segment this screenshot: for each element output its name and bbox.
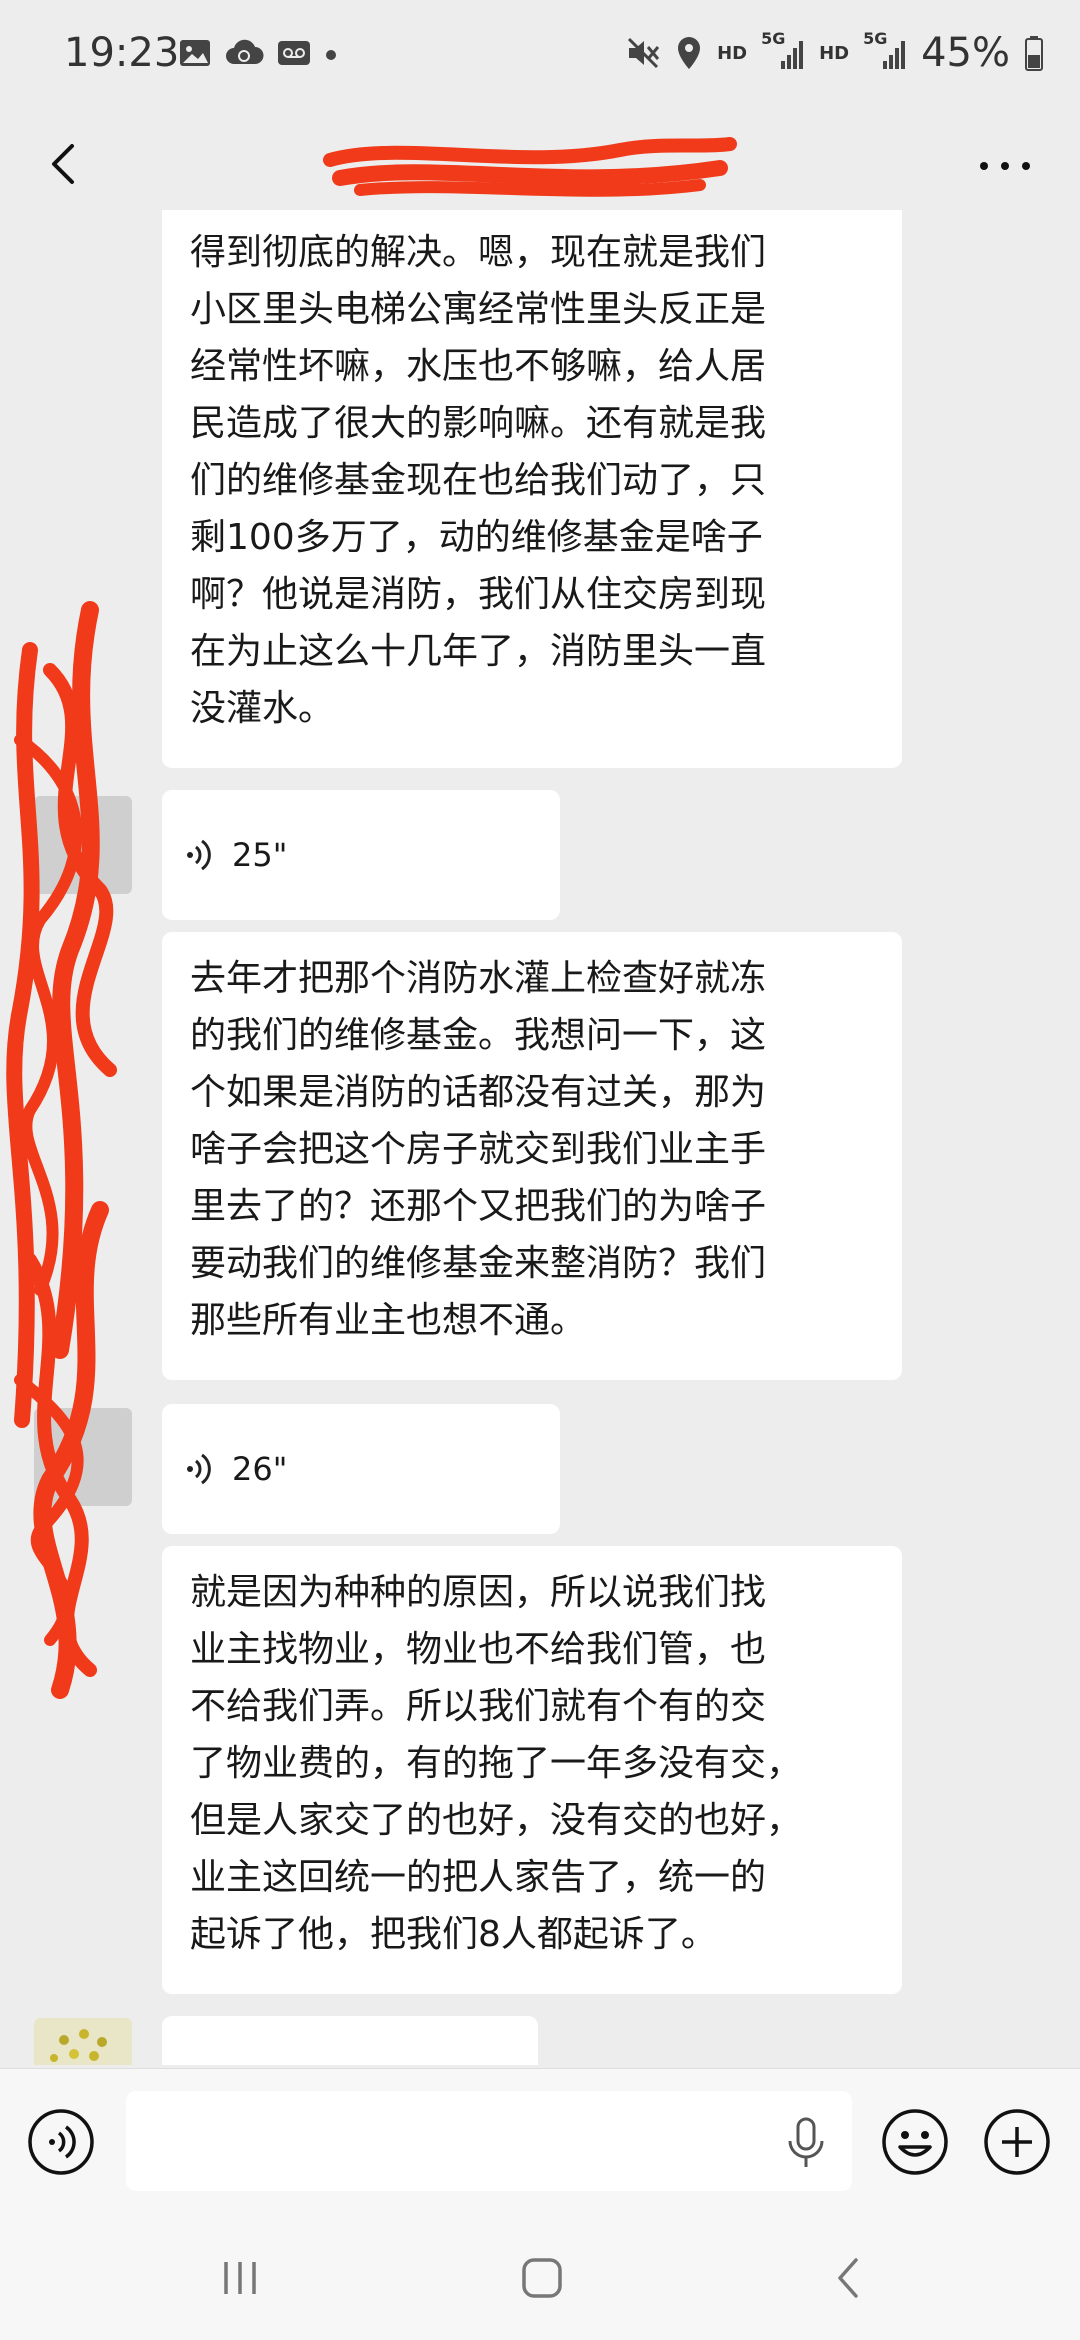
ellipsis-icon[interactable] — [970, 136, 1040, 196]
chat-header — [0, 120, 1080, 210]
cloud-sync-icon — [226, 39, 264, 64]
back-icon[interactable] — [818, 2248, 878, 2308]
voicemail-icon — [278, 41, 310, 65]
status-bar: 19:23 HD 5G HD 5G 45% — [0, 0, 1080, 120]
voice-message-partial[interactable] — [162, 2016, 538, 2065]
voice-duration: 26" — [232, 1450, 288, 1488]
dot-icon — [326, 50, 336, 60]
voice-mode-icon[interactable] — [26, 2107, 96, 2177]
plus-circle-icon[interactable] — [982, 2107, 1052, 2177]
microphone-icon[interactable] — [784, 2115, 828, 2171]
mute-icon — [628, 37, 660, 69]
avatar-pattern — [50, 2029, 107, 2062]
voice-wave-icon — [187, 839, 211, 871]
home-icon[interactable] — [512, 2248, 572, 2308]
avatar[interactable] — [34, 1408, 132, 1506]
chat-screen: 19:23 HD 5G HD 5G 45% 得到彻底的解决。嗯，现在就是我们 小… — [0, 0, 1080, 2340]
voice-message[interactable]: 26" — [162, 1404, 560, 1534]
signal-group-2: 5G — [863, 29, 907, 73]
input-bar — [0, 2068, 1080, 2219]
chevron-left-icon[interactable] — [34, 134, 94, 194]
voice-message[interactable]: 25" — [162, 790, 560, 920]
avatar[interactable] — [34, 2018, 132, 2065]
battery-percent: 45% — [921, 30, 1010, 76]
voice-duration: 25" — [232, 836, 288, 874]
avatar[interactable] — [34, 796, 132, 894]
message-list[interactable]: 得到彻底的解决。嗯，现在就是我们 小区里头电梯公寓经常性里头反正是 经常性坏嘛，… — [0, 210, 1080, 2065]
recent-apps-icon[interactable] — [210, 2248, 270, 2308]
message-input[interactable] — [126, 2091, 852, 2191]
network-tag-hd-1: HD — [717, 42, 748, 64]
signal-icon — [781, 41, 804, 69]
battery-icon — [1025, 36, 1043, 71]
voice-wave-icon — [187, 1453, 211, 1485]
text-message[interactable]: 就是因为种种的原因，所以说我们找 业主找物业，物业也不给我们管，也 不给我们弄。… — [162, 1546, 902, 1994]
status-notification-icons — [178, 38, 338, 68]
image-icon — [180, 40, 210, 66]
signal-group-1: 5G — [761, 29, 805, 73]
system-nav-bar — [0, 2218, 1080, 2340]
location-icon — [678, 37, 701, 69]
status-time: 19:23 — [64, 30, 180, 76]
network-tag-hd-2: HD — [819, 42, 850, 64]
emoji-icon[interactable] — [880, 2107, 950, 2177]
text-message[interactable]: 得到彻底的解决。嗯，现在就是我们 小区里头电梯公寓经常性里头反正是 经常性坏嘛，… — [162, 210, 902, 768]
redaction-scribble — [6, 601, 117, 1428]
signal-icon-2 — [883, 41, 906, 69]
status-right-icons: HD 5G HD 5G 45% — [625, 29, 1044, 76]
redacted-chat-title — [323, 137, 737, 197]
text-message[interactable]: 去年才把那个消防水灌上检查好就冻 的我们的维修基金。我想问一下，这 个如果是消防… — [162, 932, 902, 1380]
